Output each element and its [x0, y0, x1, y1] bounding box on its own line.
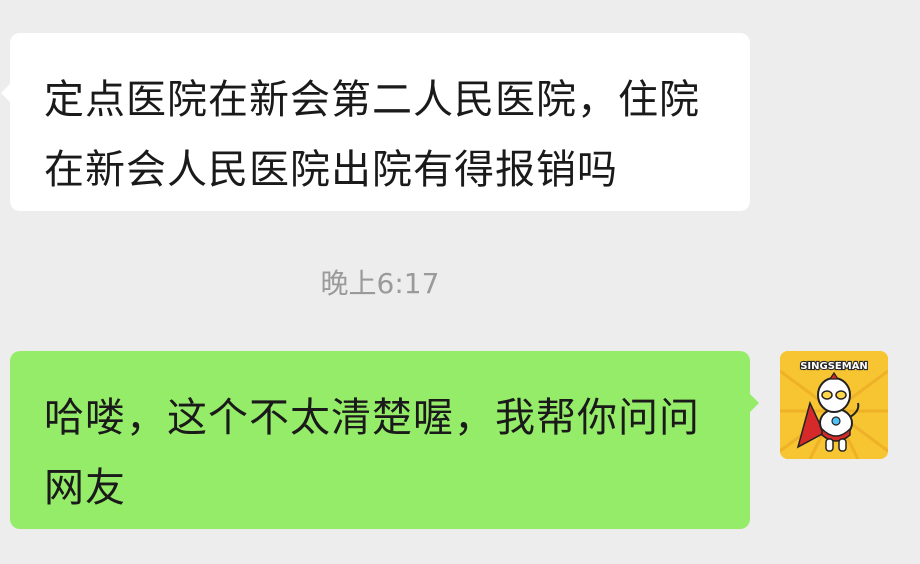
incoming-message-bubble[interactable]: 定点医院在新会第二人民医院，住院在新会人民医院出院有得报销吗	[1, 33, 750, 211]
message-timestamp: 晚上6:17	[320, 267, 440, 300]
avatar-label-text: SINGSEMAN	[800, 361, 868, 372]
outgoing-message-text: 哈喽，这个不太清楚喔，我帮你问问网友	[44, 395, 700, 511]
cartoon-hero-icon: SINGSEMAN	[780, 351, 888, 459]
avatar[interactable]: SINGSEMAN	[780, 351, 888, 459]
outgoing-message-bubble[interactable]: 哈喽，这个不太清楚喔，我帮你问问网友	[10, 351, 759, 529]
chat-area: 定点医院在新会第二人民医院，住院在新会人民医院出院有得报销吗 晚上6:17 哈喽…	[0, 0, 920, 564]
incoming-message-text: 定点医院在新会第二人民医院，住院在新会人民医院出院有得报销吗	[44, 77, 700, 193]
